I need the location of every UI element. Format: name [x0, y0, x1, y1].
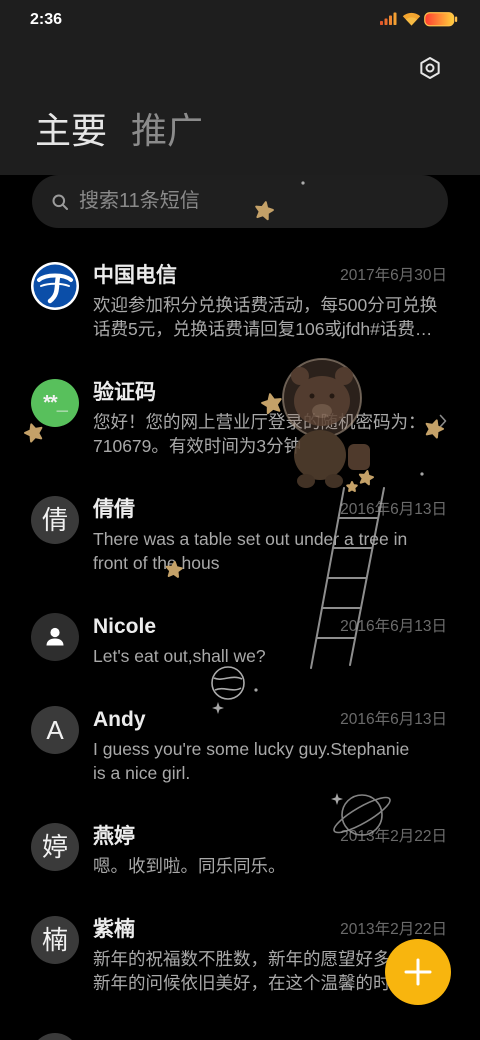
preview-line: 嗯。收到啦。同乐同乐。 — [93, 856, 286, 876]
china-telecom-logo-icon — [33, 264, 77, 308]
message-preview: 嗯。收到啦。同乐同乐。 — [93, 854, 447, 878]
person-icon — [46, 627, 64, 646]
message-preview: Let's eat out,shall we? — [93, 644, 447, 668]
preview-line: is a nice girl. — [93, 763, 191, 783]
message-date: 2016年6月13日 — [340, 501, 447, 518]
preview-line: 话费5元，兑换话费请回复106或jfdh#话费… — [93, 319, 433, 339]
conversation-item[interactable]: A Andy 2016年6月13日 I guess you're some lu… — [0, 693, 480, 810]
message-preview: I guess you're some lucky guy.Stephanie … — [93, 737, 447, 785]
avatar: A — [31, 706, 79, 754]
tab-bar: 主要 推广 — [35, 109, 203, 153]
settings-icon[interactable] — [418, 56, 442, 80]
avatar: 婷 — [31, 823, 79, 871]
contact-name: 中国电信 — [93, 264, 177, 287]
search-input[interactable] — [79, 175, 429, 228]
conversation-list: 中国电信 2017年6月30日 欢迎参加积分兑换话费活动，每500分可兑换 话费… — [0, 249, 480, 1040]
contact-name: 倩倩 — [93, 498, 135, 521]
message-preview: 您好！您的网上营业厅登录的随机密码为： 710679。有效时间为3分钟 — [93, 410, 447, 458]
contact-name: 验证码 — [93, 381, 156, 404]
avatar — [31, 613, 79, 661]
search-icon — [52, 194, 68, 210]
conversation-item[interactable]: 中国电信 2017年6月30日 欢迎参加积分兑换话费活动，每500分可兑换 话费… — [0, 249, 480, 366]
chevron-right-icon — [439, 414, 447, 428]
preview-line: 710679。有效时间为3分钟 — [93, 436, 302, 456]
app-header: 2:36 主要 推广 — [0, 0, 480, 175]
preview-line: 您好！您的网上营业厅登录的随机密码为： — [93, 412, 426, 432]
avatar — [38, 1033, 72, 1040]
conversation-item[interactable] — [0, 1020, 480, 1040]
message-date: 2013年2月22日 — [340, 828, 447, 845]
preview-line: There was a table set out under a tree i… — [93, 529, 408, 549]
conversation-item[interactable]: Nicole 2016年6月13日 Let's eat out,shall we… — [0, 600, 480, 693]
message-date: 2016年6月13日 — [340, 618, 447, 635]
preview-line: Let's eat out,shall we? — [93, 646, 266, 666]
message-preview: There was a table set out under a tree i… — [93, 527, 447, 575]
contact-name: Nicole — [93, 615, 157, 638]
message-date: 2016年6月13日 — [340, 711, 447, 728]
contact-name: 燕婷 — [93, 825, 135, 848]
conversation-item[interactable]: 倩 倩倩 2016年6月13日 There was a table set ou… — [0, 483, 480, 600]
conversation-item[interactable]: **_ 验证码 您好！您的网上营业厅登录的随机密码为： 710679。有效时间为… — [0, 366, 480, 483]
message-date: 2017年6月30日 — [340, 267, 447, 284]
message-preview: 欢迎参加积分兑换话费活动，每500分可兑换 话费5元，兑换话费请回复106或jf… — [93, 293, 447, 341]
wifi-icon — [402, 12, 421, 26]
contact-name: 紫楠 — [93, 918, 135, 941]
preview-line: front of the hous — [93, 553, 220, 573]
avatar — [31, 262, 79, 310]
message-date: 2013年2月22日 — [340, 921, 447, 938]
avatar: 倩 — [31, 496, 79, 544]
status-time: 2:36 — [30, 11, 63, 28]
plus-icon — [404, 958, 432, 986]
tab-promotions[interactable]: 推广 — [131, 109, 203, 153]
new-message-button[interactable] — [385, 939, 451, 1005]
contact-name: Andy — [93, 708, 146, 731]
battery-icon — [424, 12, 458, 27]
verification-code-icon: **_ — [31, 379, 79, 427]
preview-line: I guess you're some lucky guy.Stephanie — [93, 739, 410, 759]
conversation-item[interactable]: 婷 燕婷 2013年2月22日 嗯。收到啦。同乐同乐。 — [0, 810, 480, 903]
avatar: 楠 — [31, 916, 79, 964]
tab-primary[interactable]: 主要 — [35, 109, 107, 153]
search-bar[interactable] — [32, 175, 448, 228]
preview-line: 欢迎参加积分兑换话费活动，每500分可兑换 — [93, 295, 438, 315]
signal-icon — [380, 12, 397, 25]
